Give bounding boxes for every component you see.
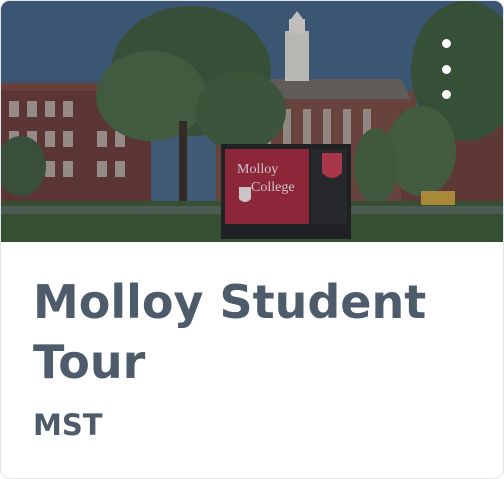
vertical-ellipsis-icon[interactable] (435, 39, 457, 99)
course-card[interactable]: Molloy College Molloy Student Tour MST (0, 0, 504, 479)
card-body: Molloy Student Tour MST (1, 242, 503, 442)
menu-dot (441, 39, 451, 48)
course-title[interactable]: Molloy Student Tour (33, 272, 453, 392)
image-tint (1, 1, 503, 242)
campus-photo[interactable]: Molloy College (1, 1, 503, 242)
course-code: MST (33, 408, 103, 442)
menu-dot (441, 90, 451, 99)
menu-dot (441, 64, 451, 74)
